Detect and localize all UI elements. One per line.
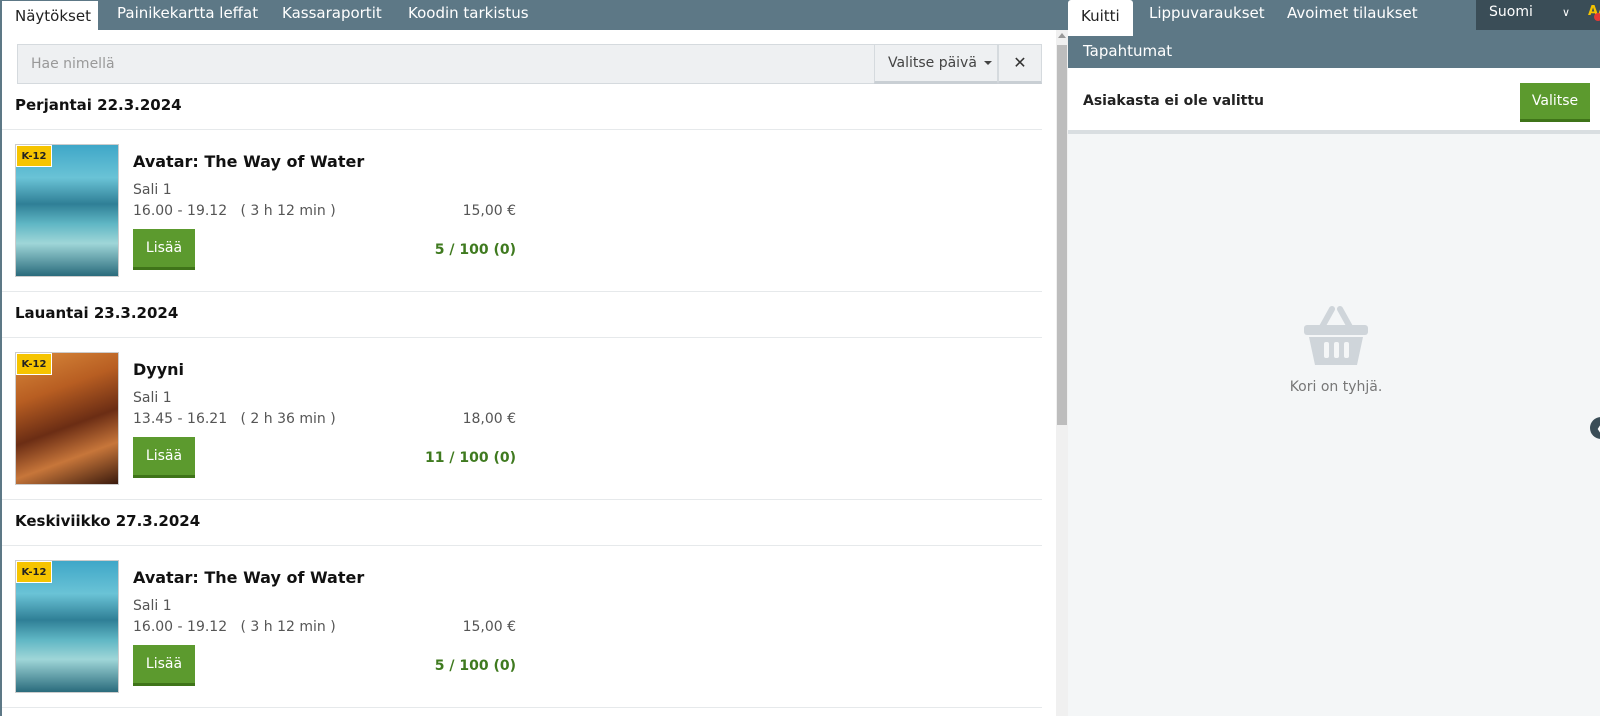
show-price: 15,00 €: [462, 203, 516, 219]
basket-icon: [1304, 306, 1368, 365]
add-button[interactable]: Lisää: [133, 229, 195, 270]
customer-status: Asiakasta ei ole valittu: [1083, 93, 1264, 109]
tab-koodin-tarkistus[interactable]: Koodin tarkistus: [408, 0, 529, 30]
search-input[interactable]: [17, 44, 875, 84]
show-price: 15,00 €: [462, 619, 516, 635]
customer-bar: Asiakasta ei ole valittu Valitse: [1068, 68, 1600, 134]
tab-painikekartta[interactable]: Painikekartta leffat: [117, 0, 258, 30]
scroll-up-arrow-icon[interactable]: [1058, 33, 1066, 38]
seats-count: 11 / 100 (0): [425, 450, 516, 466]
shows-list: Valitse päivä ✕ Perjantai 22.3.2024 K-12…: [0, 30, 1068, 716]
language-label: Suomi: [1489, 4, 1533, 20]
show-hall: Sali 1: [133, 598, 172, 614]
age-rating-badge: K-12: [16, 561, 52, 583]
movie-poster[interactable]: K-12: [15, 144, 119, 277]
show-title: Avatar: The Way of Water: [133, 152, 365, 171]
cart-empty-text: Kori on tyhjä.: [1289, 379, 1383, 395]
tab-kassaraportit[interactable]: Kassaraportit: [282, 0, 382, 30]
show-time: 16.00 - 19.12 ( 3 h 12 min ): [133, 619, 336, 635]
search-row: Valitse päivä ✕: [17, 44, 1042, 84]
tab-avoimet-tilaukset[interactable]: Avoimet tilaukset: [1287, 4, 1418, 22]
day-header: Lauantai 23.3.2024: [2, 292, 1042, 338]
tab-tapahtumat[interactable]: Tapahtumat: [1083, 42, 1172, 60]
tab-lippuvaraukset[interactable]: Lippuvaraukset: [1149, 4, 1265, 22]
clear-search-button[interactable]: ✕: [998, 44, 1042, 84]
seats-count: 5 / 100 (0): [434, 658, 516, 674]
select-customer-button[interactable]: Valitse: [1520, 83, 1590, 122]
show-price: 18,00 €: [462, 411, 516, 427]
show-hall: Sali 1: [133, 390, 172, 406]
seats-count: 5 / 100 (0): [434, 242, 516, 258]
chevron-down-icon: ∨: [1562, 6, 1571, 19]
scroll-thumb[interactable]: [1057, 45, 1067, 425]
show-item: K-12 Avatar: The Way of Water Sali 1 16.…: [2, 130, 1042, 292]
show-time: 13.45 - 16.21 ( 2 h 36 min ): [133, 411, 336, 427]
receipt-panel: Kuitti Lippuvaraukset Avoimet tilaukset …: [1068, 0, 1600, 716]
age-rating-badge: K-12: [16, 145, 52, 167]
right-tabbar: Kuitti Lippuvaraukset Avoimet tilaukset …: [1068, 0, 1600, 68]
scrollbar[interactable]: [1056, 30, 1068, 716]
tab-kuitti[interactable]: Kuitti: [1068, 0, 1133, 36]
date-select-button[interactable]: Valitse päivä: [874, 44, 998, 84]
date-select-label: Valitse päivä: [888, 55, 977, 71]
day-header: Keskiviikko 27.3.2024: [2, 500, 1042, 546]
caret-down-icon: [983, 61, 992, 65]
show-item: K-12 Dyyni Sali 1 13.45 - 16.21 ( 2 h 36…: [2, 338, 1042, 500]
show-title: Avatar: The Way of Water: [133, 568, 365, 587]
add-button[interactable]: Lisää: [133, 437, 195, 478]
day-header: Perjantai 22.3.2024: [2, 84, 1042, 130]
movie-poster[interactable]: K-12: [15, 560, 119, 693]
show-hall: Sali 1: [133, 182, 172, 198]
cart-area: [1068, 138, 1600, 716]
text-size-icon[interactable]: AA: [1586, 0, 1600, 30]
show-time: 16.00 - 19.12 ( 3 h 12 min ): [133, 203, 336, 219]
age-rating-badge: K-12: [16, 353, 52, 375]
show-title: Dyyni: [133, 360, 185, 379]
shows-panel: Näytökset Painikekartta leffat Kassarapo…: [0, 0, 1068, 716]
show-item: K-12 Avatar: The Way of Water Sali 1 16.…: [2, 546, 1042, 708]
movie-poster[interactable]: K-12: [15, 352, 119, 485]
language-select[interactable]: Suomi ∨: [1476, 0, 1586, 30]
left-tabbar: Näytökset Painikekartta leffat Kassarapo…: [0, 0, 1068, 32]
add-button[interactable]: Lisää: [133, 645, 195, 686]
tab-naytokset[interactable]: Näytökset: [2, 1, 98, 32]
